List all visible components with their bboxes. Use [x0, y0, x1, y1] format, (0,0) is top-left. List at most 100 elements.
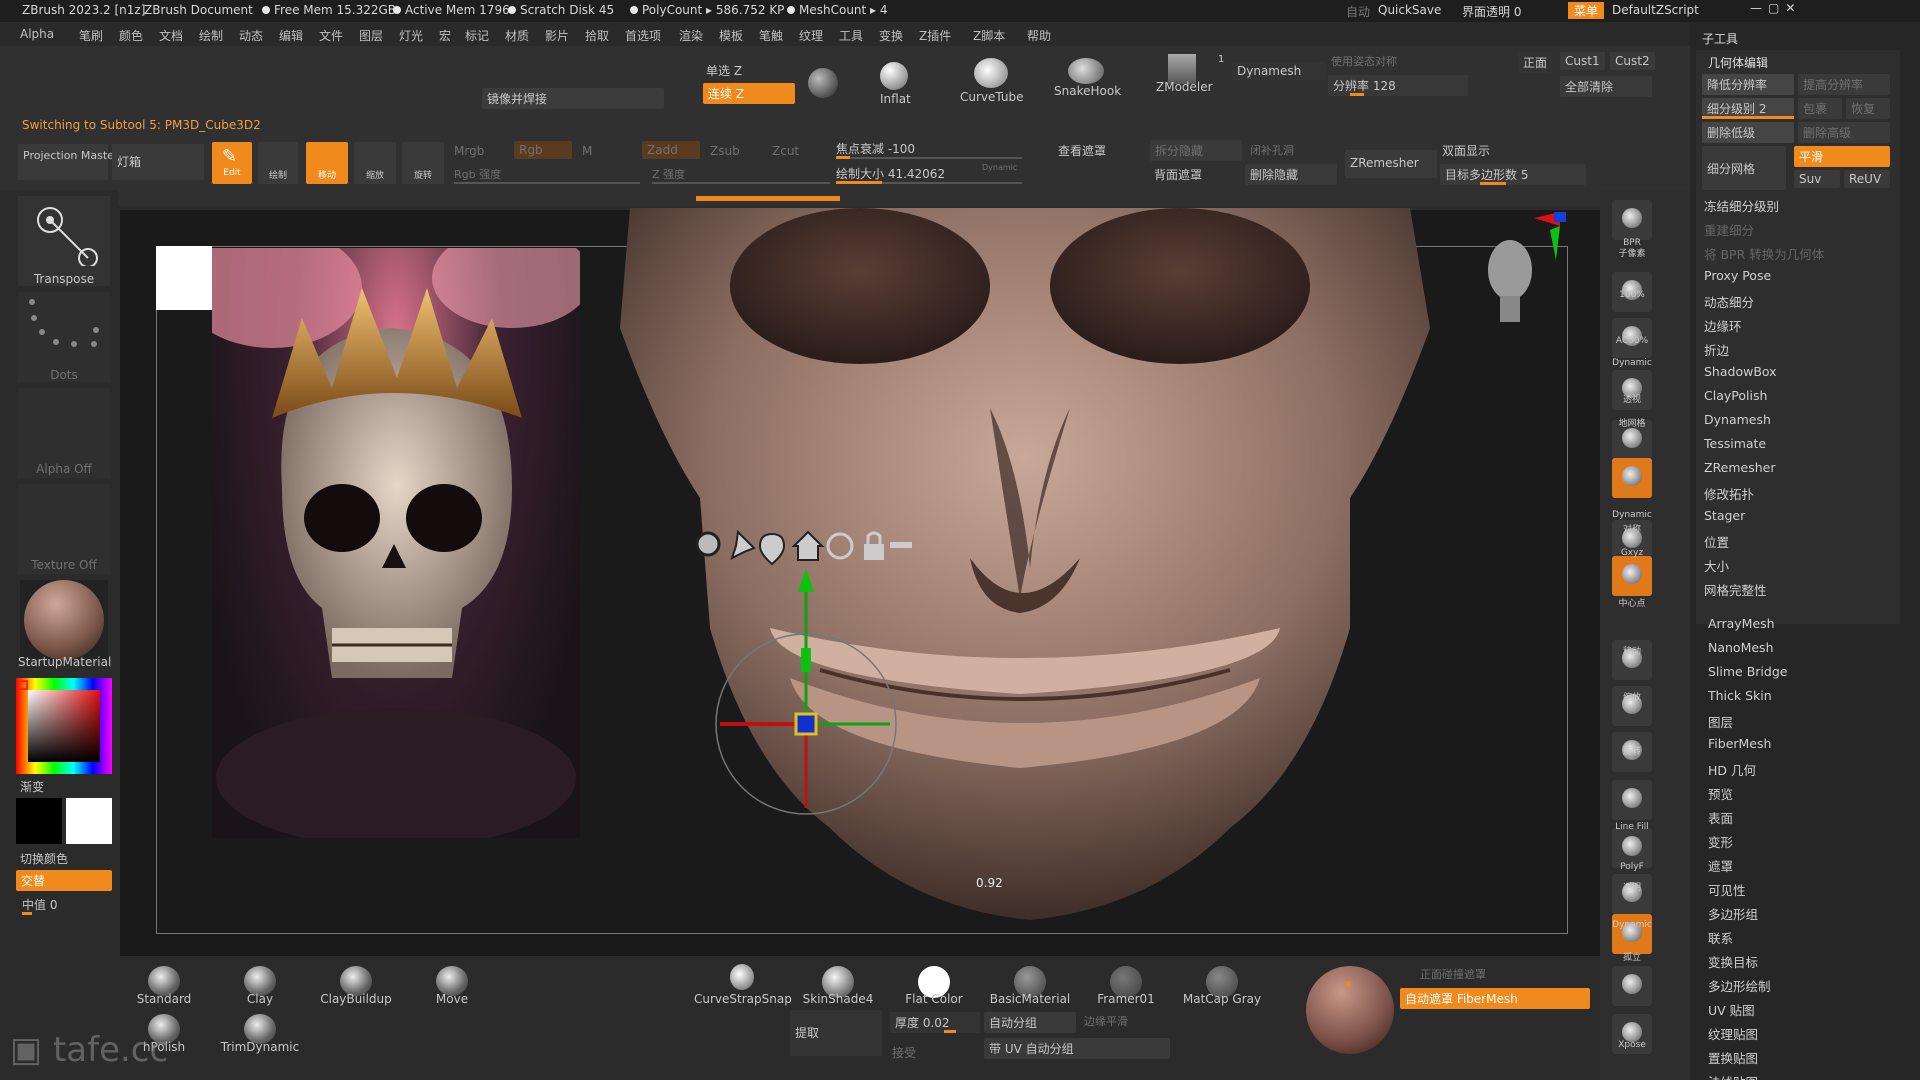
- curvestrapsnap-brush[interactable]: CurveStrapSnap: [694, 992, 792, 1006]
- menu-button[interactable]: 菜单: [1568, 2, 1605, 19]
- menu-item[interactable]: 工具: [839, 27, 863, 44]
- light-position-dot[interactable]: [1345, 981, 1351, 987]
- reuv-toggle[interactable]: ReUV: [1844, 170, 1890, 188]
- gxyz-button[interactable]: [1612, 556, 1652, 596]
- extract-button[interactable]: 提取: [790, 1010, 882, 1056]
- draw-button[interactable]: 绘制: [258, 142, 298, 184]
- brush-label[interactable]: Move: [404, 992, 500, 1006]
- scale-button[interactable]: 缩放: [354, 142, 396, 184]
- menu-item[interactable]: 笔刷: [79, 27, 103, 44]
- geometry-menu-item[interactable]: Dynamesh: [1704, 412, 1771, 427]
- brush-label[interactable]: Clay: [212, 992, 308, 1006]
- single-z-button[interactable]: 单选 Z: [706, 62, 742, 79]
- zremesher-button[interactable]: ZRemesher: [1345, 150, 1437, 178]
- menu-item[interactable]: 图层: [359, 27, 383, 44]
- brush-label[interactable]: TrimDynamic: [212, 1040, 308, 1054]
- auto-mask-fibermesh-button[interactable]: 自动遮罩 FiberMesh: [1400, 988, 1590, 1009]
- menu-item[interactable]: 帮助: [1027, 27, 1051, 44]
- geometry-menu-item[interactable]: Proxy Pose: [1704, 268, 1771, 283]
- delete-higher-button[interactable]: 删除高级: [1798, 122, 1890, 143]
- rotate-view-button[interactable]: [1612, 780, 1652, 820]
- menu-item[interactable]: 文件: [319, 27, 343, 44]
- menu-item[interactable]: Alpha: [20, 27, 54, 41]
- menu-item[interactable]: 绘制: [199, 27, 223, 44]
- snakehook-brush-icon[interactable]: [1068, 58, 1104, 84]
- mirror-weld-button[interactable]: 镜像并焊接: [482, 88, 664, 109]
- transpose-gizmo[interactable]: [690, 528, 970, 818]
- menu-item[interactable]: 变换: [879, 27, 903, 44]
- tool-menu-item[interactable]: 纹理贴图: [1708, 1024, 1758, 1043]
- close-icon[interactable]: ✕: [1785, 1, 1801, 15]
- isolate-button[interactable]: [1612, 966, 1652, 1006]
- navigation-head-icon[interactable]: [1466, 212, 1566, 332]
- thickness-slider[interactable]: 厚度 0.02: [890, 1012, 980, 1033]
- menu-item[interactable]: Z脚本: [973, 27, 1005, 44]
- menu-item[interactable]: 纹理: [799, 27, 823, 44]
- tool-menu-item[interactable]: ArrayMesh: [1708, 616, 1775, 631]
- z-intensity-slider[interactable]: Z 强度: [652, 166, 685, 182]
- backface-mask-button[interactable]: 背面遮罩: [1154, 166, 1202, 183]
- tool-menu-item[interactable]: UV 贴图: [1708, 1000, 1755, 1019]
- inflat-brush-icon[interactable]: [880, 62, 908, 90]
- delete-lower-button[interactable]: 删除低级: [1702, 122, 1794, 143]
- tool-menu-item[interactable]: FiberMesh: [1708, 736, 1771, 751]
- snakehook-brush[interactable]: SnakeHook: [1054, 84, 1121, 98]
- material-slot[interactable]: [20, 580, 108, 660]
- geometry-menu-item[interactable]: 动态细分: [1704, 292, 1754, 311]
- ui-opacity-slider[interactable]: 界面透明 0: [1462, 3, 1521, 20]
- tool-menu-item[interactable]: 可见性: [1708, 880, 1746, 899]
- tool-menu-item[interactable]: 变换目标: [1708, 952, 1758, 971]
- projection-master-button[interactable]: Projection Master: [18, 144, 118, 180]
- dynamesh-button[interactable]: Dynamesh: [1232, 62, 1326, 80]
- rgb-button[interactable]: Rgb: [514, 141, 572, 159]
- geometry-menu-item[interactable]: 重建细分: [1704, 220, 1754, 239]
- maximize-icon[interactable]: ▢: [1768, 1, 1785, 15]
- menu-item[interactable]: Z插件: [919, 27, 951, 44]
- suv-toggle[interactable]: Suv: [1794, 170, 1840, 188]
- tool-menu-item[interactable]: Thick Skin: [1708, 688, 1772, 703]
- tool-menu-item[interactable]: NanoMesh: [1708, 640, 1774, 655]
- m-button[interactable]: M: [582, 144, 592, 158]
- menu-item[interactable]: 文档: [159, 27, 183, 44]
- menu-item[interactable]: 首选项: [625, 27, 661, 44]
- window-controls[interactable]: —▢✕: [1750, 1, 1801, 15]
- cust2-button[interactable]: Cust2: [1610, 52, 1655, 70]
- higher-res-button[interactable]: 提高分辨率: [1798, 74, 1890, 95]
- lightbox-button[interactable]: 灯箱: [112, 144, 204, 180]
- gizmo-pin-icon[interactable]: [730, 529, 756, 560]
- geometry-menu-item[interactable]: 将 BPR 转换为几何体: [1704, 244, 1824, 263]
- gizmo-lock-icon[interactable]: [864, 531, 884, 560]
- rotate-button[interactable]: 旋转: [402, 142, 444, 184]
- geometry-menu-item[interactable]: 修改拓扑: [1704, 484, 1754, 503]
- geometry-menu-item[interactable]: ClayPolish: [1704, 388, 1767, 403]
- color-picker[interactable]: [16, 678, 112, 774]
- gizmo-collapse-icon[interactable]: [890, 542, 912, 548]
- cage-button[interactable]: 包裹: [1798, 98, 1842, 119]
- gradient-label[interactable]: 渐变: [20, 778, 44, 795]
- menu-item[interactable]: 灯光: [399, 27, 423, 44]
- material-preview-sphere[interactable]: [1306, 966, 1394, 1054]
- menu-item[interactable]: 模板: [719, 27, 743, 44]
- menu-item[interactable]: 标记: [465, 27, 489, 44]
- geometry-menu-item[interactable]: 折边: [1704, 340, 1729, 359]
- menu-item[interactable]: 笔触: [759, 27, 783, 44]
- geometry-menu-item[interactable]: Tessimate: [1704, 436, 1766, 451]
- zcut-button[interactable]: Zcut: [772, 144, 799, 158]
- tool-menu-item[interactable]: Slime Bridge: [1708, 664, 1787, 679]
- geometry-section-title[interactable]: 几何体编辑: [1708, 54, 1768, 71]
- geometry-menu-item[interactable]: 冻结细分级别: [1704, 196, 1779, 215]
- menu-item[interactable]: 拾取: [585, 27, 609, 44]
- material-label[interactable]: Flat Color: [882, 992, 986, 1006]
- geometry-menu-item[interactable]: Stager: [1704, 508, 1745, 523]
- geometry-menu-item[interactable]: 网格完整性: [1704, 580, 1767, 599]
- draw-size-dynamic[interactable]: Dynamic: [982, 163, 1017, 172]
- main-color-swatch[interactable]: [16, 798, 62, 844]
- geometry-menu-item[interactable]: 边缘环: [1704, 316, 1742, 335]
- geometry-menu-item[interactable]: 位置: [1704, 532, 1729, 551]
- inflat-brush[interactable]: Inflat: [880, 92, 911, 106]
- tool-menu-item[interactable]: HD 几何: [1708, 760, 1756, 779]
- bpr-render-button[interactable]: [1612, 200, 1652, 240]
- material-label[interactable]: SkinShade4: [786, 992, 890, 1006]
- divide-button[interactable]: 细分网格: [1702, 146, 1786, 190]
- menu-item[interactable]: 影片: [545, 27, 569, 44]
